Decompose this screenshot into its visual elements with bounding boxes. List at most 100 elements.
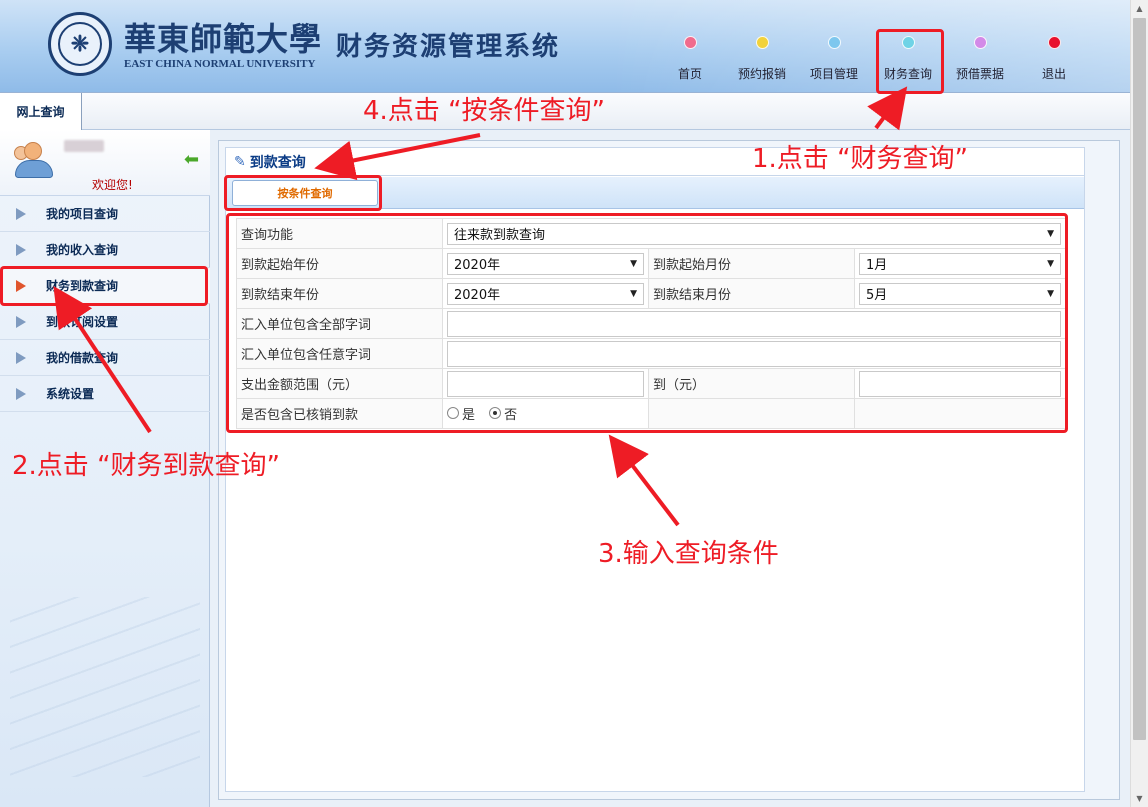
- nav-project-management[interactable]: 项目管理: [804, 36, 864, 82]
- sidebar-item-my-income[interactable]: 我的收入查询: [0, 232, 210, 268]
- end-month-cell: 5月 ▼: [854, 278, 1066, 309]
- select-value: 1月: [866, 258, 888, 273]
- query-panel: ✎ 到款查询 按条件查询 查询功能 往来款到款查询 ▼ 到款起始年份 2020年 ▼: [218, 140, 1120, 800]
- form-label: 查询功能: [236, 218, 443, 249]
- dropdown-arrow-icon: ▼: [630, 288, 637, 299]
- function-select[interactable]: 往来款到款查询 ▼: [447, 222, 1061, 245]
- select-value: 2020年: [454, 258, 501, 273]
- sidebar-item-my-loans[interactable]: 我的借款查询: [0, 340, 210, 376]
- start-month-select[interactable]: 1月 ▼: [859, 252, 1061, 275]
- page-scrollbar[interactable]: ▲ ▼: [1130, 0, 1148, 807]
- scroll-thumb[interactable]: [1133, 18, 1146, 740]
- sidebar-keyboard-watermark: [10, 597, 200, 777]
- arrow-right-icon: [14, 243, 28, 257]
- arrow-right-icon: [14, 351, 28, 365]
- annotation-step-4: 4.点击 “按条件查询”: [363, 96, 606, 126]
- scroll-down-icon[interactable]: ▼: [1131, 790, 1148, 807]
- tab-query-by-condition[interactable]: 按条件查询: [232, 180, 378, 206]
- annotation-step-2: 2.点击 “财务到款查询”: [12, 451, 281, 481]
- radio-circle-icon: [489, 407, 502, 420]
- nav-label: 首页: [677, 67, 702, 81]
- sidebar-item-my-projects[interactable]: 我的项目查询: [0, 196, 210, 232]
- sidebar-item-label: 我的项目查询: [46, 207, 119, 221]
- user-box: 欢迎您! ⬅: [0, 130, 210, 196]
- avatar-body: [15, 160, 53, 178]
- radio-no[interactable]: 否: [489, 404, 517, 423]
- header-banner: ❈ 華東師範大學 EAST CHINA NORMAL UNIVERSITY 财务…: [0, 0, 1130, 92]
- panel-title-text: 到款查询: [249, 154, 306, 171]
- amount-to-input[interactable]: [859, 370, 1061, 397]
- nav-dot-icon: [683, 36, 697, 49]
- annotation-step-1: 1.点击 “财务查询”: [752, 144, 969, 174]
- empty-cell: [854, 398, 1066, 429]
- any-words-cell: [442, 338, 1066, 369]
- arrow-right-icon: [14, 315, 28, 329]
- amount-to-cell: [854, 368, 1066, 399]
- nav-reimburse-booking[interactable]: 预约报销: [732, 36, 792, 82]
- system-title: 财务资源管理系统: [336, 32, 561, 62]
- university-name-cn: 華東師範大學: [124, 20, 323, 58]
- form-label: 到（元）: [648, 368, 855, 399]
- arrow-right-icon: [14, 387, 28, 401]
- select-value: 2020年: [454, 288, 501, 303]
- amount-from-cell: [442, 368, 649, 399]
- university-name-en: EAST CHINA NORMAL UNIVERSITY: [124, 58, 316, 70]
- nav-finance-query[interactable]: 财务查询: [878, 36, 938, 82]
- all-words-input[interactable]: [447, 310, 1061, 337]
- blurred-username: [64, 140, 104, 152]
- select-value: 往来款到款查询: [454, 228, 546, 243]
- nav-advance-bills[interactable]: 预借票据: [950, 36, 1010, 82]
- radio-yes[interactable]: 是: [447, 404, 475, 423]
- form-label: 汇入单位包含任意字词: [236, 338, 443, 369]
- form-label: 汇入单位包含全部字词: [236, 308, 443, 339]
- dropdown-arrow-icon: ▼: [630, 258, 637, 269]
- dropdown-arrow-icon: ▼: [1047, 228, 1054, 239]
- collapse-arrow-icon[interactable]: ⬅: [184, 151, 204, 169]
- dropdown-arrow-icon: ▼: [1047, 288, 1054, 299]
- tab-online-query[interactable]: 网上查询: [0, 93, 82, 130]
- sidebar-item-label: 我的收入查询: [46, 243, 119, 257]
- dropdown-arrow-icon: ▼: [1047, 258, 1054, 269]
- sidebar-item-label: 系统设置: [46, 387, 95, 401]
- nav-label: 预借票据: [955, 67, 1004, 81]
- sidebar-item-label: 我的借款查询: [46, 351, 119, 365]
- sidebar-item-settings[interactable]: 系统设置: [0, 376, 210, 412]
- content-area: ✎ 到款查询 按条件查询 查询功能 往来款到款查询 ▼ 到款起始年份 2020年 ▼: [210, 130, 1130, 807]
- end-month-select[interactable]: 5月 ▼: [859, 282, 1061, 305]
- sidebar-item-finance-arrival[interactable]: 财务到款查询: [0, 268, 210, 304]
- nav-dot-icon: [973, 36, 987, 49]
- end-year-select[interactable]: 2020年 ▼: [447, 282, 644, 305]
- sidebar-item-label: 财务到款查询: [46, 279, 119, 293]
- nav-dot-icon: [1047, 36, 1061, 49]
- start-year-select[interactable]: 2020年 ▼: [447, 252, 644, 275]
- any-words-input[interactable]: [447, 340, 1061, 367]
- verified-cell: 是 否: [442, 398, 649, 429]
- form-label: 到款结束年份: [236, 278, 443, 309]
- top-nav: 首页 预约报销 项目管理 财务查询 预借票据 退出: [660, 0, 1120, 92]
- avatar-head: [24, 142, 42, 160]
- radio-label: 是: [462, 407, 476, 423]
- nav-dot-icon: [755, 36, 769, 49]
- sidebar-item-arrival-subscription[interactable]: 到款订阅设置: [0, 304, 210, 340]
- nav-label: 退出: [1041, 67, 1066, 81]
- panel-inner: ✎ 到款查询 按条件查询 查询功能 往来款到款查询 ▼ 到款起始年份 2020年 ▼: [225, 147, 1085, 792]
- arrow-right-icon: [14, 279, 28, 293]
- scroll-up-icon[interactable]: ▲: [1131, 0, 1148, 17]
- start-year-cell: 2020年 ▼: [442, 248, 649, 279]
- university-seal-logo: ❈: [48, 12, 112, 76]
- nav-dot-icon: [901, 36, 915, 49]
- query-form: 查询功能 往来款到款查询 ▼ 到款起始年份 2020年 ▼ 到款起始月份 1月 ▼: [236, 218, 1066, 429]
- empty-cell: [648, 398, 855, 429]
- pencil-icon: ✎: [234, 153, 246, 170]
- sidebar-item-label: 到款订阅设置: [46, 315, 119, 329]
- nav-logout[interactable]: 退出: [1024, 36, 1084, 82]
- nav-home[interactable]: 首页: [660, 36, 720, 82]
- end-year-cell: 2020年 ▼: [442, 278, 649, 309]
- welcome-text: 欢迎您!: [92, 178, 133, 192]
- seal-inner-icon: ❈: [58, 22, 102, 66]
- all-words-cell: [442, 308, 1066, 339]
- annotation-step-3: 3.输入查询条件: [598, 539, 779, 569]
- radio-circle-icon: [447, 407, 459, 420]
- select-value: 5月: [866, 288, 888, 303]
- amount-from-input[interactable]: [447, 370, 644, 397]
